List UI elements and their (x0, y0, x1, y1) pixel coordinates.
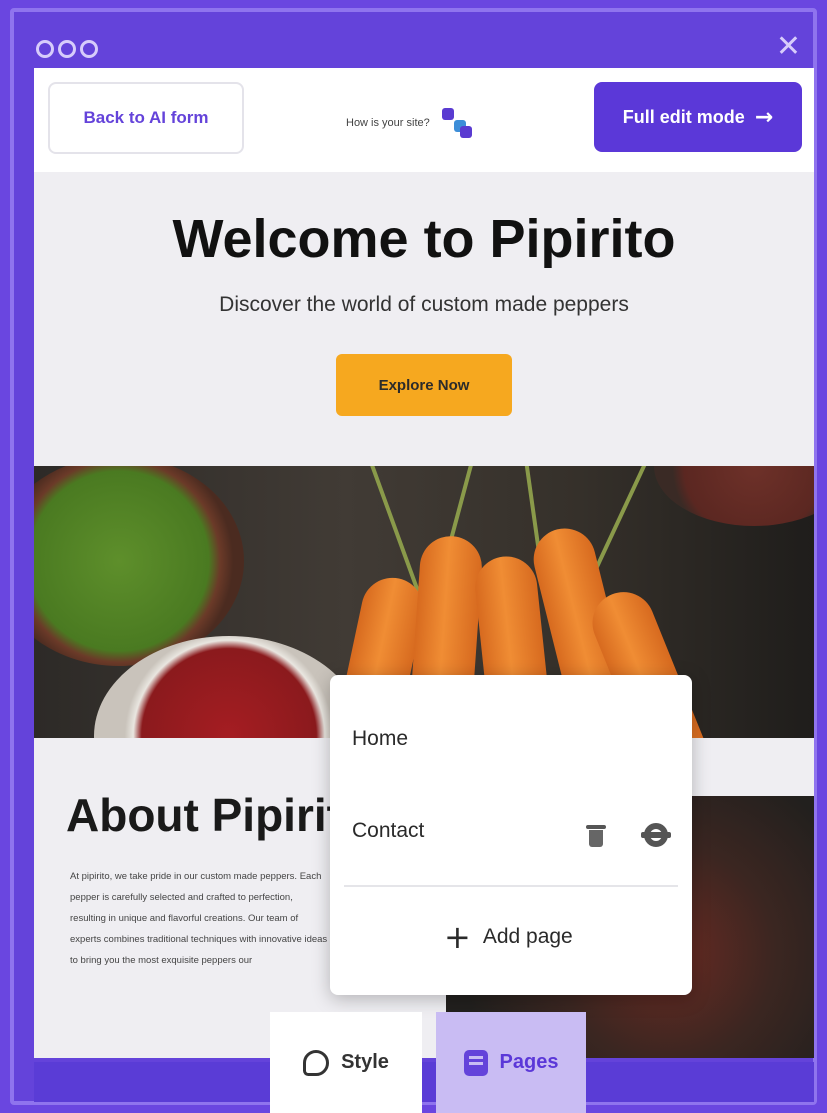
back-to-ai-form-button[interactable]: Back to AI form (48, 82, 244, 154)
full-edit-label: Full edit mode (622, 106, 745, 127)
about-text: At pipirito, we take pride in our custom… (70, 871, 328, 966)
pages-popup: Home Contact + Add page (330, 675, 692, 995)
tab-style[interactable]: Style (270, 1012, 422, 1113)
trash-icon[interactable] (586, 825, 606, 847)
hero-title: Welcome to Pipirito (172, 209, 676, 269)
about-title: About Pipirito (66, 789, 371, 841)
window-dots-icon (36, 40, 98, 58)
page-item-home[interactable]: Home (352, 727, 408, 751)
page-item-contact[interactable]: Contact (352, 819, 424, 843)
bottom-bar (34, 1062, 814, 1102)
arrow-right-icon: → (754, 104, 774, 130)
tab-style-label: Style (341, 1051, 389, 1073)
site-rating: How is your site? (346, 106, 474, 140)
close-icon[interactable]: ✕ (776, 32, 801, 62)
rating-prompt: How is your site? (346, 117, 430, 129)
tab-pages-label: Pages (499, 1051, 559, 1073)
plus-icon: + (444, 918, 471, 956)
pages-icon (463, 1049, 488, 1076)
palette-icon (303, 1049, 330, 1076)
hero-subtitle: Discover the world of custom made pepper… (219, 293, 629, 316)
preview-toolbar: Back to AI form How is your site? Full e… (34, 68, 814, 172)
full-edit-mode-button[interactable]: Full edit mode → (594, 82, 802, 152)
divider (344, 885, 678, 887)
add-page-button[interactable]: + Add page (444, 921, 573, 953)
explore-now-button[interactable]: Explore Now (336, 354, 512, 416)
tab-pages[interactable]: Pages (436, 1012, 586, 1113)
add-page-label: Add page (482, 925, 573, 948)
rating-icon[interactable] (440, 106, 474, 140)
gear-icon[interactable] (641, 823, 671, 847)
